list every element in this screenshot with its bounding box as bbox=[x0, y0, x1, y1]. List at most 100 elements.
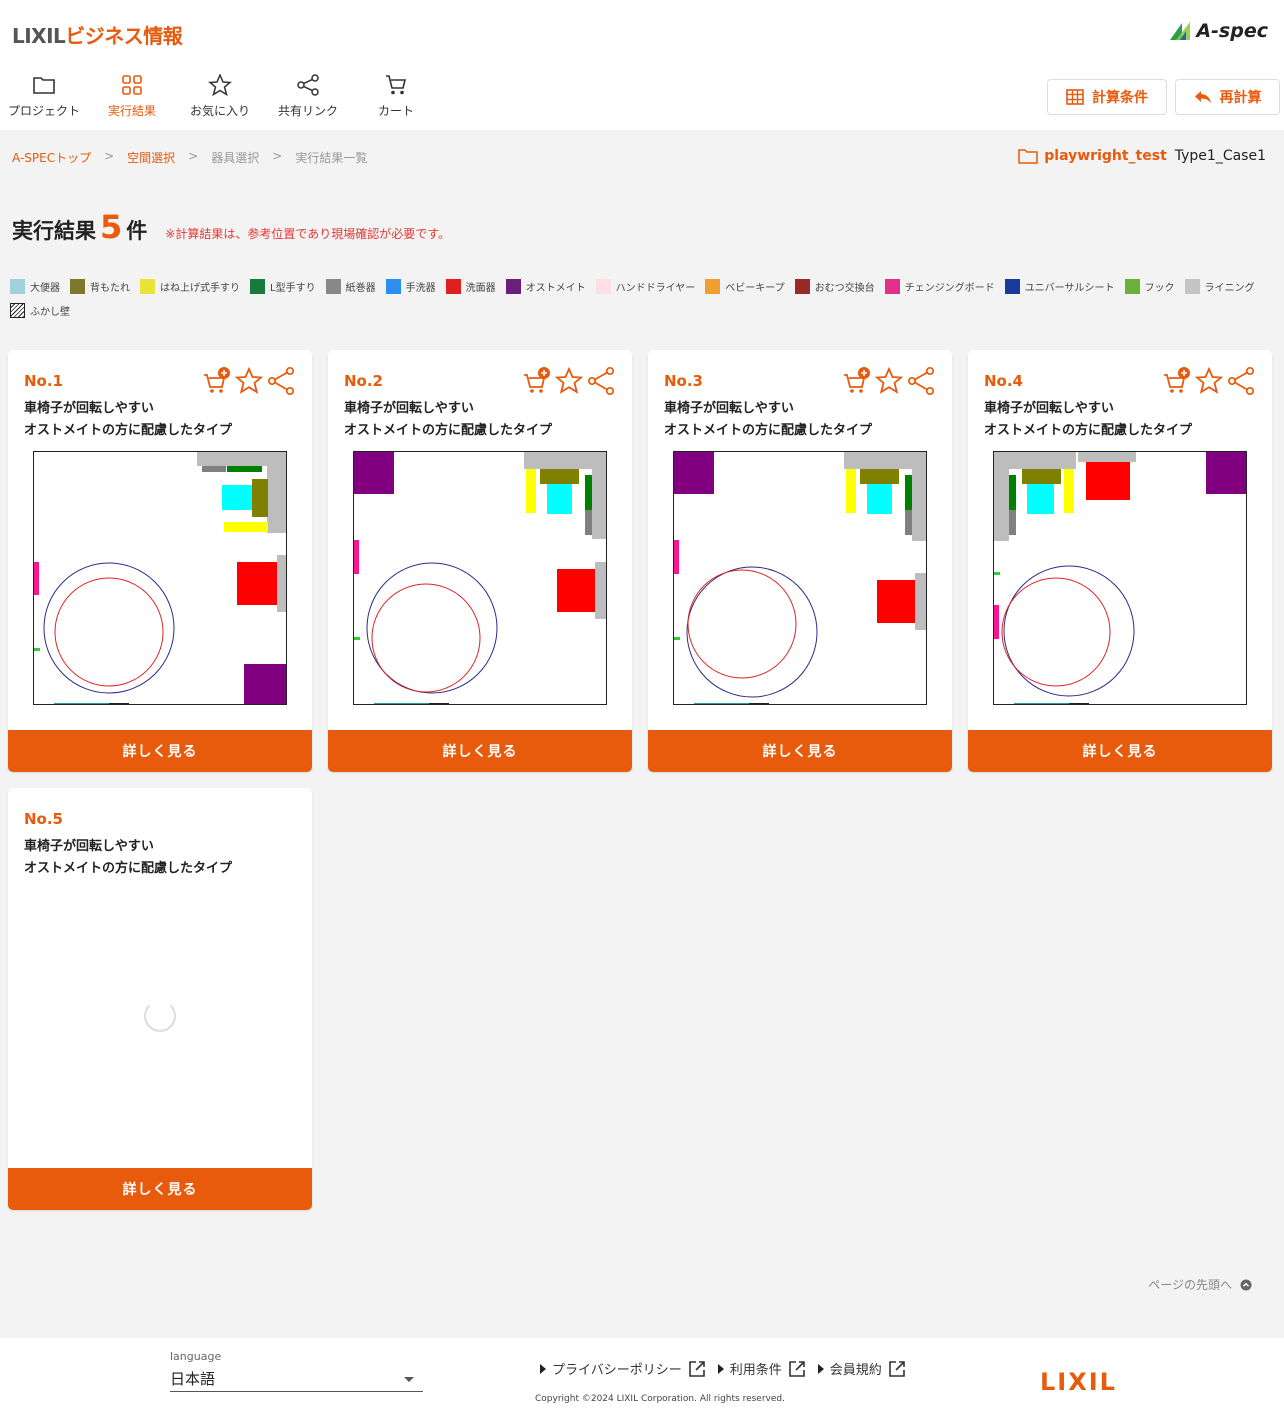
share-icon bbox=[267, 366, 295, 396]
legend-item: オストメイト bbox=[505, 278, 586, 294]
add-to-cart-button[interactable] bbox=[842, 366, 872, 400]
recalc-button[interactable]: 再計算 bbox=[1175, 79, 1280, 115]
share-button[interactable] bbox=[586, 366, 616, 400]
view-details-button[interactable]: 詳しく見る bbox=[8, 730, 312, 772]
view-details-button[interactable]: 詳しく見る bbox=[648, 730, 952, 772]
project-indicator: playwright_test Type1_Case1 bbox=[1018, 147, 1266, 165]
legend-item: ハンドドライヤー bbox=[595, 278, 695, 294]
share-icon bbox=[587, 366, 615, 396]
legend-label: オストメイト bbox=[525, 282, 586, 294]
floor-plan-image[interactable] bbox=[993, 451, 1247, 705]
view-details-button[interactable]: 詳しく見る bbox=[968, 730, 1272, 772]
result-number: No.1 bbox=[24, 372, 63, 390]
legend-swatch bbox=[884, 278, 900, 294]
add-to-cart-button[interactable] bbox=[1162, 366, 1192, 400]
breadcrumb-space-select[interactable]: 空間選択 bbox=[127, 149, 175, 166]
legend-label: おむつ交換台 bbox=[814, 282, 875, 294]
legend-swatch bbox=[794, 278, 810, 294]
result-description: 車椅子が回転しやすい オストメイトの方に配慮したタイプ bbox=[24, 401, 233, 438]
share-button[interactable] bbox=[906, 366, 936, 400]
favorite-star-icon bbox=[234, 366, 264, 394]
floor-plan-drawing bbox=[674, 452, 926, 704]
legend-label: 背もたれ bbox=[90, 282, 130, 294]
add-to-cart-button[interactable] bbox=[202, 366, 232, 400]
legend-label: はね上げ式手すり bbox=[160, 282, 240, 294]
favorite-button[interactable] bbox=[554, 366, 584, 400]
privacy-policy-link[interactable]: プライバシーポリシー bbox=[540, 1359, 706, 1378]
legend-swatch bbox=[1184, 278, 1200, 294]
footer-links: プライバシーポリシー 利用条件 会員規約 bbox=[540, 1359, 906, 1378]
legend-swatch bbox=[705, 278, 721, 294]
card-actions bbox=[1162, 366, 1256, 400]
nav-favorites[interactable]: お気に入り bbox=[176, 74, 264, 119]
result-card: No.5 車椅子が回転しやすい オストメイトの方に配慮したタイプ詳しく見る bbox=[8, 788, 312, 1210]
nav-results[interactable]: 実行結果 bbox=[88, 74, 176, 119]
legend-swatch bbox=[595, 278, 611, 294]
legend-item: 大便器 bbox=[10, 278, 60, 294]
share-icon bbox=[907, 366, 935, 396]
results-heading: 実行結果 5 件 ※計算結果は、参考位置であり現場確認が必要です。 bbox=[12, 208, 451, 246]
card-actions bbox=[202, 366, 296, 400]
legend-item: はね上げ式手すり bbox=[140, 278, 240, 294]
external-link-icon bbox=[888, 1360, 905, 1377]
language-select[interactable]: 日本語 bbox=[170, 1366, 423, 1392]
result-number: No.5 bbox=[24, 810, 63, 828]
favorite-button[interactable] bbox=[874, 366, 904, 400]
floor-plan-image[interactable] bbox=[673, 451, 927, 705]
caret-right-icon bbox=[540, 1363, 546, 1374]
floor-plan-image[interactable] bbox=[33, 451, 287, 705]
legend-swatch bbox=[70, 278, 85, 294]
favorite-button[interactable] bbox=[1194, 366, 1224, 400]
view-details-button[interactable]: 詳しく見る bbox=[328, 730, 632, 772]
lixil-logo[interactable]: LIXIL bbox=[1040, 1368, 1117, 1396]
aspec-logo[interactable]: A-spec bbox=[1168, 20, 1268, 42]
breadcrumb-fixture-select: 器具選択 bbox=[211, 151, 260, 165]
legend-swatch bbox=[1004, 278, 1020, 294]
project-case: Type1_Case1 bbox=[1174, 148, 1266, 164]
legend-item: L型手すり bbox=[250, 278, 316, 294]
share-button[interactable] bbox=[266, 366, 296, 400]
legend-label: ベビーキープ bbox=[725, 282, 785, 294]
legend-item: 手洗器 bbox=[385, 278, 436, 294]
legend-item: ユニバーサルシート bbox=[1004, 278, 1115, 294]
legend-label: ふかし壁 bbox=[30, 306, 70, 318]
caret-right-icon bbox=[717, 1363, 724, 1374]
view-details-button[interactable]: 詳しく見る bbox=[8, 1168, 312, 1210]
results-note: ※計算結果は、参考位置であり現場確認が必要です。 bbox=[165, 227, 451, 241]
add-to-cart-icon bbox=[844, 367, 870, 393]
result-card: No.3 車椅子が回転しやすい オストメイトの方に配慮したタイプ 詳しく見る bbox=[648, 350, 952, 772]
aspec-mark-icon bbox=[1170, 22, 1191, 40]
legend-swatch bbox=[250, 278, 265, 294]
breadcrumb-results-list: 実行結果一覧 bbox=[295, 151, 368, 165]
legend-label: チェンジングボード bbox=[904, 282, 995, 294]
add-to-cart-icon bbox=[524, 367, 550, 393]
terms-of-use-link[interactable]: 利用条件 bbox=[717, 1359, 806, 1378]
folder-icon bbox=[33, 77, 55, 94]
project-name[interactable]: playwright_test bbox=[1044, 148, 1167, 164]
add-to-cart-icon bbox=[204, 367, 230, 393]
legend-label: 手洗器 bbox=[405, 282, 436, 294]
result-number: No.4 bbox=[984, 372, 1023, 390]
brand-logo[interactable]: LIXILビジネス情報 bbox=[12, 20, 183, 49]
add-to-cart-button[interactable] bbox=[522, 366, 552, 400]
nav-cart[interactable]: カート bbox=[352, 74, 440, 119]
favorite-button[interactable] bbox=[234, 366, 264, 400]
result-card: No.2 車椅子が回転しやすい オストメイトの方に配慮したタイプ 詳しく見る bbox=[328, 350, 632, 772]
nav-shared-links[interactable]: 共有リンク bbox=[264, 74, 352, 119]
share-button[interactable] bbox=[1226, 366, 1256, 400]
result-description: 車椅子が回転しやすい オストメイトの方に配慮したタイプ bbox=[984, 401, 1193, 438]
calc-conditions-button[interactable]: 計算条件 bbox=[1047, 79, 1167, 115]
breadcrumb-top[interactable]: A-SPECトップ bbox=[12, 149, 91, 166]
legend-swatch bbox=[385, 278, 401, 294]
legend-item: フック bbox=[1124, 278, 1175, 294]
folder-icon bbox=[1018, 149, 1039, 164]
back-to-top-link[interactable]: ページの先頭へ bbox=[1148, 1276, 1252, 1293]
floor-plan-image[interactable] bbox=[353, 451, 607, 705]
result-description: 車椅子が回転しやすい オストメイトの方に配慮したタイプ bbox=[24, 839, 233, 876]
nav-project[interactable]: プロジェクト bbox=[0, 74, 88, 119]
membership-terms-link[interactable]: 会員規約 bbox=[817, 1359, 906, 1378]
main-nav: プロジェクト 実行結果 お気に入り 共有リンク カート bbox=[0, 74, 440, 119]
favorite-star-icon bbox=[874, 366, 904, 394]
legend-label: ユニバーサルシート bbox=[1024, 282, 1115, 294]
floor-plan-drawing bbox=[994, 452, 1246, 704]
